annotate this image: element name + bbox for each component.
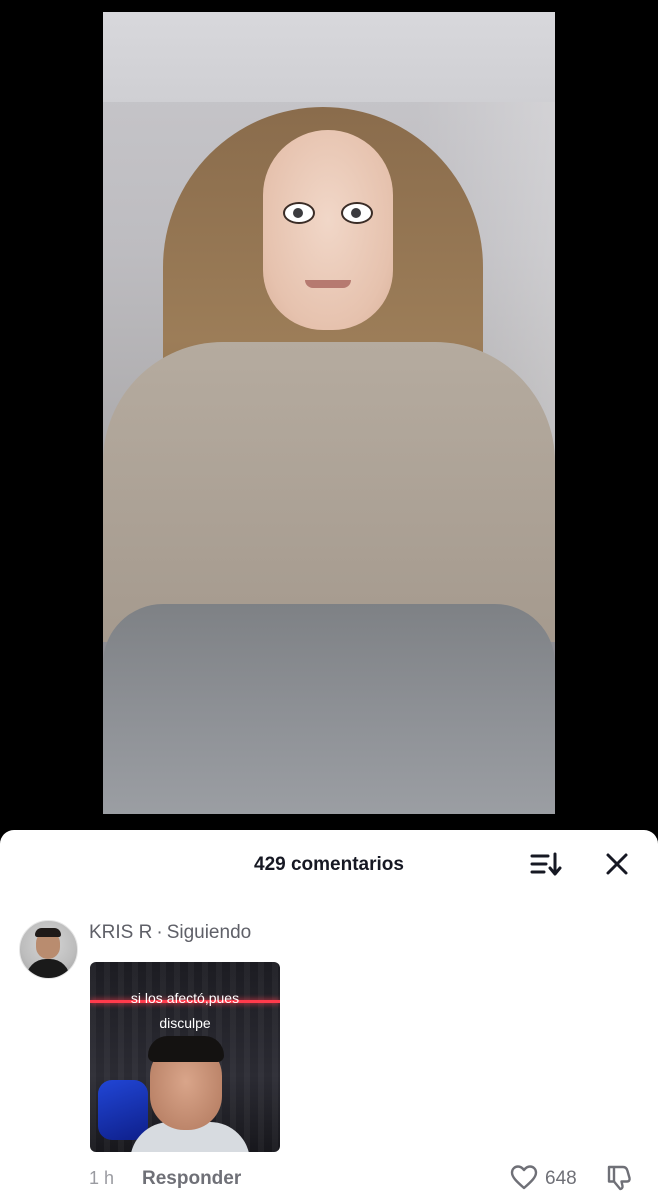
close-icon[interactable]	[603, 850, 631, 878]
avatar-body	[26, 959, 70, 978]
video-person-mouth	[305, 280, 351, 288]
comments-sheet: 429 comentarios KRIS R · Siguiendo si los …	[0, 830, 658, 1200]
video-background-wall	[103, 12, 555, 102]
following-label: Siguiendo	[166, 922, 252, 943]
like-count: 648	[545, 1168, 577, 1189]
video-person-face	[263, 130, 393, 330]
video-person-jeans	[103, 604, 555, 814]
sticker-caption-line1: si los afectó,pues	[130, 990, 240, 1006]
heart-icon[interactable]	[510, 1164, 538, 1190]
sticker-motorbike	[98, 1080, 148, 1140]
video-person-sweater	[103, 342, 555, 642]
avatar-hair	[35, 928, 61, 937]
sticker-caption-line2: disculpe	[159, 1015, 211, 1031]
avatar[interactable]	[19, 920, 78, 979]
video-person-left-eye	[283, 202, 315, 224]
dislike-icon[interactable]	[605, 1163, 633, 1191]
video-player[interactable]	[103, 12, 555, 814]
comment-username[interactable]: KRIS R	[89, 922, 152, 943]
reply-button[interactable]: Responder	[142, 1168, 241, 1190]
comment-author-line: KRIS R · Siguiendo	[89, 922, 251, 944]
comment-timestamp: 1 h	[89, 1168, 115, 1188]
video-person-right-eye	[341, 202, 373, 224]
comment-video-sticker[interactable]: si los afectó,pues disculpe	[90, 962, 280, 1152]
separator-dot: ·	[156, 922, 163, 943]
sticker-person-hair	[148, 1036, 224, 1062]
sort-icon[interactable]	[530, 850, 562, 878]
